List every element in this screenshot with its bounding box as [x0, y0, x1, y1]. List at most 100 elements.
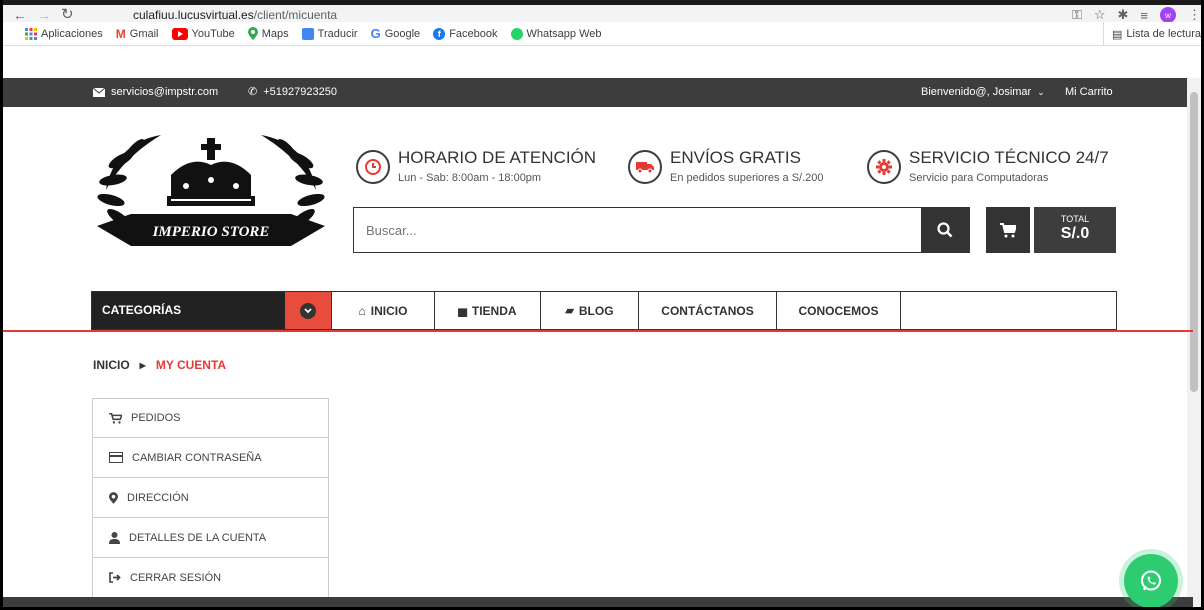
kebab-menu-icon[interactable]: ⋮: [1188, 7, 1201, 23]
bookmark-maps[interactable]: Maps: [247, 27, 289, 40]
account-item-label: DETALLES DE LA CUENTA: [129, 531, 267, 544]
contact-phone[interactable]: ✆ +51927923250: [248, 78, 337, 107]
feature-title: ENVÍOS GRATIS: [670, 148, 801, 167]
total-value: S/.0: [1060, 225, 1090, 242]
feature-subtitle: Servicio para Computadoras: [909, 172, 1049, 184]
cart-button[interactable]: [986, 207, 1030, 253]
user-icon: [109, 531, 120, 544]
bookmark-aplicaciones[interactable]: Aplicaciones: [25, 27, 103, 40]
bookmark-traducir[interactable]: Traducir: [301, 27, 358, 40]
feature-title: HORARIO DE ATENCIÓN: [398, 148, 597, 167]
search-box: [353, 207, 970, 253]
account-logout[interactable]: CERRAR SESIÓN: [92, 558, 329, 598]
my-cart-link[interactable]: Mi Carrito: [1065, 78, 1113, 107]
bookmark-whatsapp[interactable]: Whatsapp Web: [510, 27, 602, 40]
url-host: culafiuu.lucusvirtual.es: [133, 8, 254, 22]
nav-conocemos[interactable]: CONOCEMOS: [777, 292, 901, 329]
welcome-text: Bienvenido@, Josimar: [921, 86, 1032, 98]
page-frame: ← → ↻ culafiuu.lucusvirtual.es/client/mi…: [0, 0, 1204, 610]
google-g-icon: G: [370, 26, 381, 41]
scrollbar[interactable]: [1187, 78, 1201, 607]
envelope-icon: [93, 88, 105, 97]
bookmark-label: Google: [384, 27, 421, 40]
bookmark-label: Whatsapp Web: [526, 27, 602, 40]
nav-label: INICIO: [370, 303, 408, 318]
search-button[interactable]: [921, 208, 969, 252]
account-item-label: CERRAR SESIÓN: [130, 571, 222, 584]
youtube-icon: [171, 27, 188, 40]
chevron-down-icon: [300, 302, 316, 319]
extensions-icon[interactable]: ✱: [1118, 7, 1129, 23]
breadcrumb-home[interactable]: INICIO: [93, 358, 130, 372]
map-marker-icon: [109, 491, 118, 504]
divider-line: [3, 330, 1193, 332]
contact-bar: servicios@impstr.com ✆ +51927923250 Bien…: [3, 78, 1201, 107]
feature-tech-service: SERVICIO TÉCNICO 24/7 Servicio para Comp…: [867, 148, 1109, 184]
apps-grid-icon: [25, 27, 37, 40]
bookmarks-bar: Aplicaciones M Gmail YouTube Maps Traduc…: [3, 22, 1201, 46]
reading-mode-icon[interactable]: ≡: [1140, 8, 1148, 23]
account-details[interactable]: DETALLES DE LA CUENTA: [92, 518, 329, 558]
maps-pin-icon: [247, 27, 258, 40]
account-orders[interactable]: PEDIDOS: [92, 398, 329, 438]
whatsapp-button[interactable]: [1124, 554, 1178, 607]
cart-icon: [1000, 222, 1016, 237]
welcome-dropdown[interactable]: Bienvenido@, Josimar ⌄: [921, 78, 1045, 107]
account-menu: PEDIDOS CAMBIAR CONTRASEÑA DIRECCIÓN DET…: [92, 398, 329, 598]
account-item-label: PEDIDOS: [131, 412, 181, 424]
phone-icon: ✆: [248, 86, 258, 98]
caret-right-icon: ▶: [139, 360, 146, 370]
nav-label: TIENDA: [471, 303, 517, 318]
reading-list[interactable]: ▤ Lista de lectura: [1102, 22, 1201, 46]
nav-label: CONTÁCTANOS: [661, 303, 754, 318]
account-change-password[interactable]: CAMBIAR CONTRASEÑA: [92, 438, 329, 478]
truck-icon: [628, 150, 662, 184]
nav-blog[interactable]: ▰ BLOG: [541, 292, 639, 329]
phone-text: +51927923250: [263, 86, 337, 98]
bookmark-facebook[interactable]: f Facebook: [433, 27, 498, 40]
reading-list-icon: ▤: [1111, 28, 1123, 41]
gmail-icon: M: [115, 26, 126, 41]
footer-bar: [3, 597, 1193, 607]
nav-tienda[interactable]: ▅ TIENDA: [435, 292, 541, 329]
whatsapp-icon: [1141, 570, 1161, 591]
credit-card-icon: [109, 452, 123, 463]
key-icon[interactable]: ⚿: [1072, 7, 1082, 23]
categories-label[interactable]: CATEGORÍAS: [92, 292, 285, 329]
nav-contactanos[interactable]: CONTÁCTANOS: [639, 292, 777, 329]
facebook-icon: f: [433, 27, 446, 40]
store-logo[interactable]: IMPERIO STORE: [91, 130, 331, 260]
breadcrumb: INICIO ▶ MY CUENTA: [93, 358, 226, 372]
nav-inicio[interactable]: ⌂ INICIO: [331, 292, 435, 329]
account-item-label: DIRECCIÓN: [127, 491, 189, 504]
bookmark-google[interactable]: G Google: [371, 26, 421, 41]
bookmark-label: Facebook: [449, 27, 498, 40]
feature-shipping: ENVÍOS GRATIS En pedidos superiores a S/…: [628, 148, 824, 184]
bookmark-youtube[interactable]: YouTube: [171, 27, 235, 40]
sign-out-icon: [109, 572, 121, 583]
bookmark-gmail[interactable]: M Gmail: [116, 27, 159, 41]
url-path: /client/micuenta: [253, 8, 338, 22]
feature-title: SERVICIO TÉCNICO 24/7: [909, 148, 1109, 167]
scrollbar-thumb[interactable]: [1190, 92, 1198, 392]
contact-email[interactable]: servicios@impstr.com: [93, 78, 218, 107]
star-icon[interactable]: ☆: [1094, 7, 1106, 23]
gear-icon: [867, 150, 901, 184]
cart-total[interactable]: TOTAL S/.0: [1034, 207, 1116, 253]
profile-avatar[interactable]: w: [1160, 7, 1176, 23]
bookmark-label: YouTube: [191, 27, 235, 40]
account-item-label: CAMBIAR CONTRASEÑA: [132, 451, 262, 464]
main-nav: CATEGORÍAS ⌂ INICIO ▅ TIENDA ▰ BLOG CONT…: [91, 291, 1117, 330]
logo-text: IMPERIO STORE: [152, 224, 270, 240]
bookmark-label: Maps: [261, 27, 289, 40]
clock-icon: [356, 150, 390, 184]
bookmark-label: Aplicaciones: [41, 27, 103, 40]
bookmark-label: Traducir: [317, 27, 358, 40]
search-input[interactable]: [354, 208, 921, 252]
categories-toggle[interactable]: [285, 292, 331, 329]
account-address[interactable]: DIRECCIÓN: [92, 478, 329, 518]
nav-label: BLOG: [578, 303, 614, 318]
home-icon: ⌂: [358, 303, 366, 318]
feature-hours: HORARIO DE ATENCIÓN Lun - Sab: 8:00am - …: [356, 148, 596, 184]
email-text: servicios@impstr.com: [111, 86, 219, 98]
